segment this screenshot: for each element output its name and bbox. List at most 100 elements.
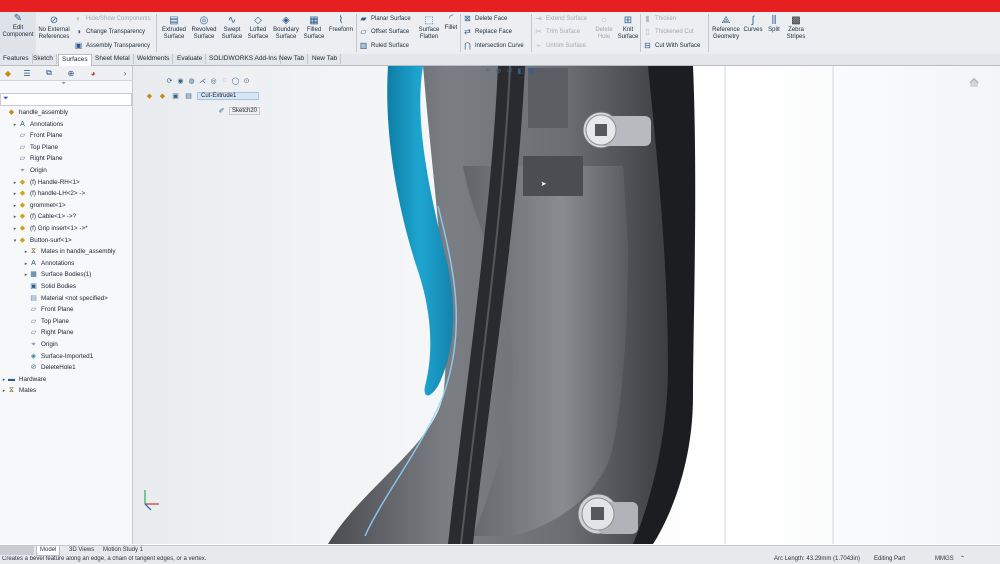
tree-node[interactable]: ▸ A Annotations [12,120,64,130]
view-cube-icon[interactable]: ⟰ [967,76,981,90]
tab-sheet-metal[interactable]: Sheet Metal [92,54,134,64]
tree-node[interactable]: ▸ ⧖ Mates [1,386,36,396]
tab-new-tab-2[interactable]: New Tab [309,54,342,64]
tree-node[interactable]: ▸ A Annotations [23,259,75,269]
zoom-to-fit-icon[interactable]: ⌕ [483,66,492,75]
tab-features[interactable]: Features [0,54,33,64]
restore-icon[interactable]: ❐ [965,66,974,67]
tree-node[interactable]: ▾ ◆ Button-surf<1> [12,236,72,246]
cut-extrude-icon[interactable]: ▤ [184,91,193,100]
property-manager-icon[interactable]: ☰ [22,68,32,78]
tree-node[interactable]: ⌖ Origin [23,340,58,350]
untrim-surface-button[interactable]: ⌁ Untrim Surface [534,40,586,51]
display-manager-icon[interactable]: ◕ [88,68,98,78]
extruded-surface-button[interactable]: ▤ Extruded Surface [160,14,188,41]
revolved-surface-button[interactable]: ◎ Revolved Surface [190,14,218,41]
swept-surface-button[interactable]: ∿ Swept Surface [219,14,245,41]
filled-surface-button[interactable]: ▦ Filled Surface [301,14,327,41]
boundary-surface-button[interactable]: ◈ Boundary Surface [271,14,301,41]
tree-node[interactable]: ▸ ⧖ Mates in handle_assembly [23,247,116,257]
planar-surface-button[interactable]: ▰ Planar Surface [359,13,410,24]
chevron-right-icon[interactable]: › [120,68,130,78]
close-icon[interactable]: ✕ [983,66,992,67]
tab-evaluate[interactable]: Evaluate [174,54,207,64]
cut-with-surface-button[interactable]: ⊟ Cut With Surface [643,40,700,51]
hide-show-components-button[interactable]: ◐ Hide/Show Components [74,13,151,24]
previous-view-icon[interactable]: ↺ [505,66,514,75]
tool-icon-4[interactable]: ⋌ [198,76,207,85]
freeform-button[interactable]: ⌇ Freeform [327,14,355,34]
section-view-icon[interactable]: ◧ [516,66,525,75]
lofted-surface-button[interactable]: ◇ Lofted Surface [245,14,271,41]
surface-flatten-button[interactable]: ⬚ Surface Flatten [415,14,443,41]
chevron-up-icon[interactable]: ⌃ [960,555,965,562]
tree-node[interactable]: ▱ Right Plane [12,154,63,164]
tab-sketch[interactable]: Sketch [30,54,57,64]
tree-node[interactable]: ▸ ▦ Surface Bodies(1) [23,270,92,280]
tree-node[interactable]: ▱ Top Plane [12,143,58,153]
intersection-curve-button[interactable]: ⋂ Intersection Curve [463,40,523,51]
tree-node[interactable]: ▱ Front Plane [23,305,74,315]
tool-icon-3[interactable]: ◍ [187,76,196,85]
tree-node[interactable]: ▱ Front Plane [12,131,63,141]
view-orientation-icon[interactable]: ⬢ [527,66,536,75]
tree-node[interactable]: ▸ ◆ grommet<1> [12,201,66,211]
tree-node[interactable]: ▱ Right Plane [23,328,74,338]
edit-component-button[interactable]: ✎ Edit Component [0,12,36,54]
unit-system[interactable]: MMGS [935,556,954,562]
graphics-area[interactable]: ⌕ ⊕ ↺ ◧ ⬢ ▭ ❐ ✕ ⟰ ➤ [133,66,1000,544]
no-external-references-button[interactable]: ⊘ No External References [37,14,71,41]
delete-hole-button[interactable]: ○ Delete Hole [592,14,616,41]
tree-filter-input[interactable]: ⏷ [0,93,132,106]
trim-surface-button[interactable]: ✂ Trim Surface [534,26,580,37]
tree-node[interactable]: ▣ Solid Bodies [23,282,76,292]
tree-node[interactable]: ◈ Surface-Imported1 [23,352,93,362]
tab-surfaces[interactable]: Surfaces [58,54,92,66]
configuration-manager-icon[interactable]: ⧉ [44,68,54,78]
dimxpert-icon[interactable]: ⊕ [66,68,76,78]
tree-node[interactable]: ▤ Material <not specified> [23,294,108,304]
split-button[interactable]: ⫼ Split [765,14,783,34]
tool-icon-2[interactable]: ◉ [176,76,185,85]
zoom-area-icon[interactable]: ⊕ [494,66,503,75]
tab-motion-study[interactable]: Motion Study 1 [100,546,146,555]
tree-node[interactable]: ◆ handle_assembly [1,108,68,118]
ruled-surface-button[interactable]: ▥ Ruled Surface [359,40,409,51]
knit-surface-button[interactable]: ⊞ Knit Surface [617,14,639,41]
pin-icon[interactable]: ⌖ [62,81,65,88]
tab-solidworks-add-ins[interactable]: SOLIDWORKS Add-Ins [206,54,281,64]
delete-face-button[interactable]: ⊠ Delete Face [463,13,507,24]
tab-model[interactable]: Model [36,546,61,556]
tab-3d-views[interactable]: 3D Views [66,546,97,555]
tree-node[interactable]: ⌖ Origin [12,166,47,176]
change-transparency-button[interactable]: ◑ Change Transparency [74,26,145,37]
sketch-icon[interactable]: ✐ [217,106,226,115]
extend-surface-button[interactable]: ⇥ Extend Surface [534,13,587,24]
tree-node[interactable]: ▱ Top Plane [23,317,69,327]
tool-icon-6[interactable]: ◌ [220,76,229,85]
feature-manager-icon[interactable]: ◆ [3,68,13,78]
curves-button[interactable]: ∫ Curves [742,14,764,34]
part-icon[interactable]: ◆ [158,91,167,100]
thicken-button[interactable]: ▮ Thicken [643,13,676,24]
tool-icon-7[interactable]: ◯ [231,76,240,85]
tool-icon-8[interactable]: ⊙ [242,76,251,85]
tree-node[interactable]: ▸ ◆ (f) Cable<1> ->? [12,212,76,222]
tree-node[interactable]: ▸ ◆ (f) handle-LH<2> -> [12,189,85,199]
bottom-tab-blank[interactable] [0,546,34,555]
tree-node[interactable]: ▸ ▬ Hardware [1,375,47,385]
tree-node[interactable]: ⊘ DeleteHole1 [23,363,76,373]
offset-surface-button[interactable]: ▱ Offset Surface [359,26,409,37]
replace-face-button[interactable]: ⇄ Replace Face [463,26,512,37]
thickened-cut-button[interactable]: ▯ Thickened Cut [643,26,693,37]
tool-icon-5[interactable]: ◎ [209,76,218,85]
tool-icon-1[interactable]: ⟳ [165,76,174,85]
tree-node[interactable]: ▸ ◆ (f) Handle-RH<1> [12,178,80,188]
reference-geometry-button[interactable]: ⟁ Reference Geometry [710,14,742,41]
minimize-icon[interactable]: ▭ [941,66,950,67]
tree-node[interactable]: ▸ ◆ (f) Grip insert<1> ->* [12,224,88,234]
assembly-transparency-button[interactable]: ▣ Assembly Transparency [74,40,150,51]
cut-extrude-breadcrumb[interactable]: Cut-Extrude1 [197,91,259,100]
sketch-breadcrumb[interactable]: Sketch20 [229,106,261,115]
assembly-icon[interactable]: ◆ [145,91,154,100]
